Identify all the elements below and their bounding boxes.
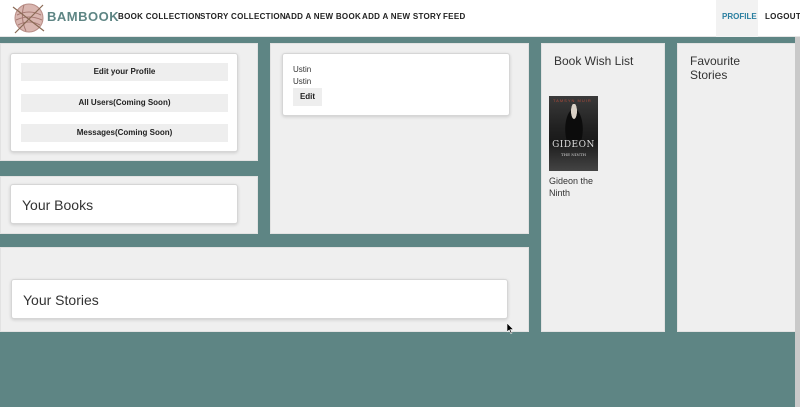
brand-name[interactable]: BAMBOOK (47, 9, 119, 24)
nav-profile[interactable]: PROFILE (716, 0, 758, 37)
page-scrollbar[interactable] (795, 37, 800, 407)
nav-logout[interactable]: LOGOUT (765, 12, 800, 21)
nav-profile-label: PROFILE (722, 12, 757, 21)
user-info-card: Ustin Ustin Edit (282, 53, 510, 116)
yarn-ball-icon[interactable] (12, 1, 46, 35)
profile-menu-card: Edit your Profile All Users(Coming Soon)… (10, 53, 238, 152)
your-books-card[interactable]: Your Books (10, 184, 238, 224)
your-books-title: Your Books (22, 197, 94, 213)
book-cover-author: TAMSYN MUIR (553, 98, 592, 103)
nav-feed[interactable]: FEED (443, 12, 466, 21)
wish-list-title: Book Wish List (554, 54, 634, 68)
messages-button[interactable]: Messages(Coming Soon) (21, 124, 228, 142)
nav-book-collection[interactable]: BOOK COLLECTION (118, 12, 201, 21)
nav-add-book[interactable]: ADD A NEW BOOK (285, 12, 361, 21)
your-stories-card[interactable]: Your Stories (11, 279, 508, 319)
mouse-cursor-icon (507, 323, 515, 334)
favourite-stories-title: Favourite Stories (690, 54, 741, 82)
your-stories-title: Your Stories (23, 292, 99, 308)
book-cover-title: GIDEON (552, 140, 595, 150)
nav-add-story[interactable]: ADD A NEW STORY (362, 12, 441, 21)
user-name: Ustin (293, 65, 312, 74)
book-cover-figure (563, 104, 585, 140)
user-username: Ustin (293, 77, 312, 86)
all-users-button[interactable]: All Users(Coming Soon) (21, 94, 228, 112)
top-navbar: BAMBOOK BOOK COLLECTION STORY COLLECTION… (0, 0, 800, 37)
book-cover-subtitle: THE NINTH (560, 152, 587, 157)
wish-list-book-cover[interactable]: TAMSYN MUIR GIDEON THE NINTH (549, 96, 598, 171)
edit-profile-button[interactable]: Edit your Profile (21, 63, 228, 81)
wish-list-book-title[interactable]: Gideon the Ninth (549, 175, 609, 199)
favourite-stories-panel (677, 43, 800, 332)
edit-user-button[interactable]: Edit (293, 88, 322, 106)
nav-story-collection[interactable]: STORY COLLECTION (200, 12, 286, 21)
